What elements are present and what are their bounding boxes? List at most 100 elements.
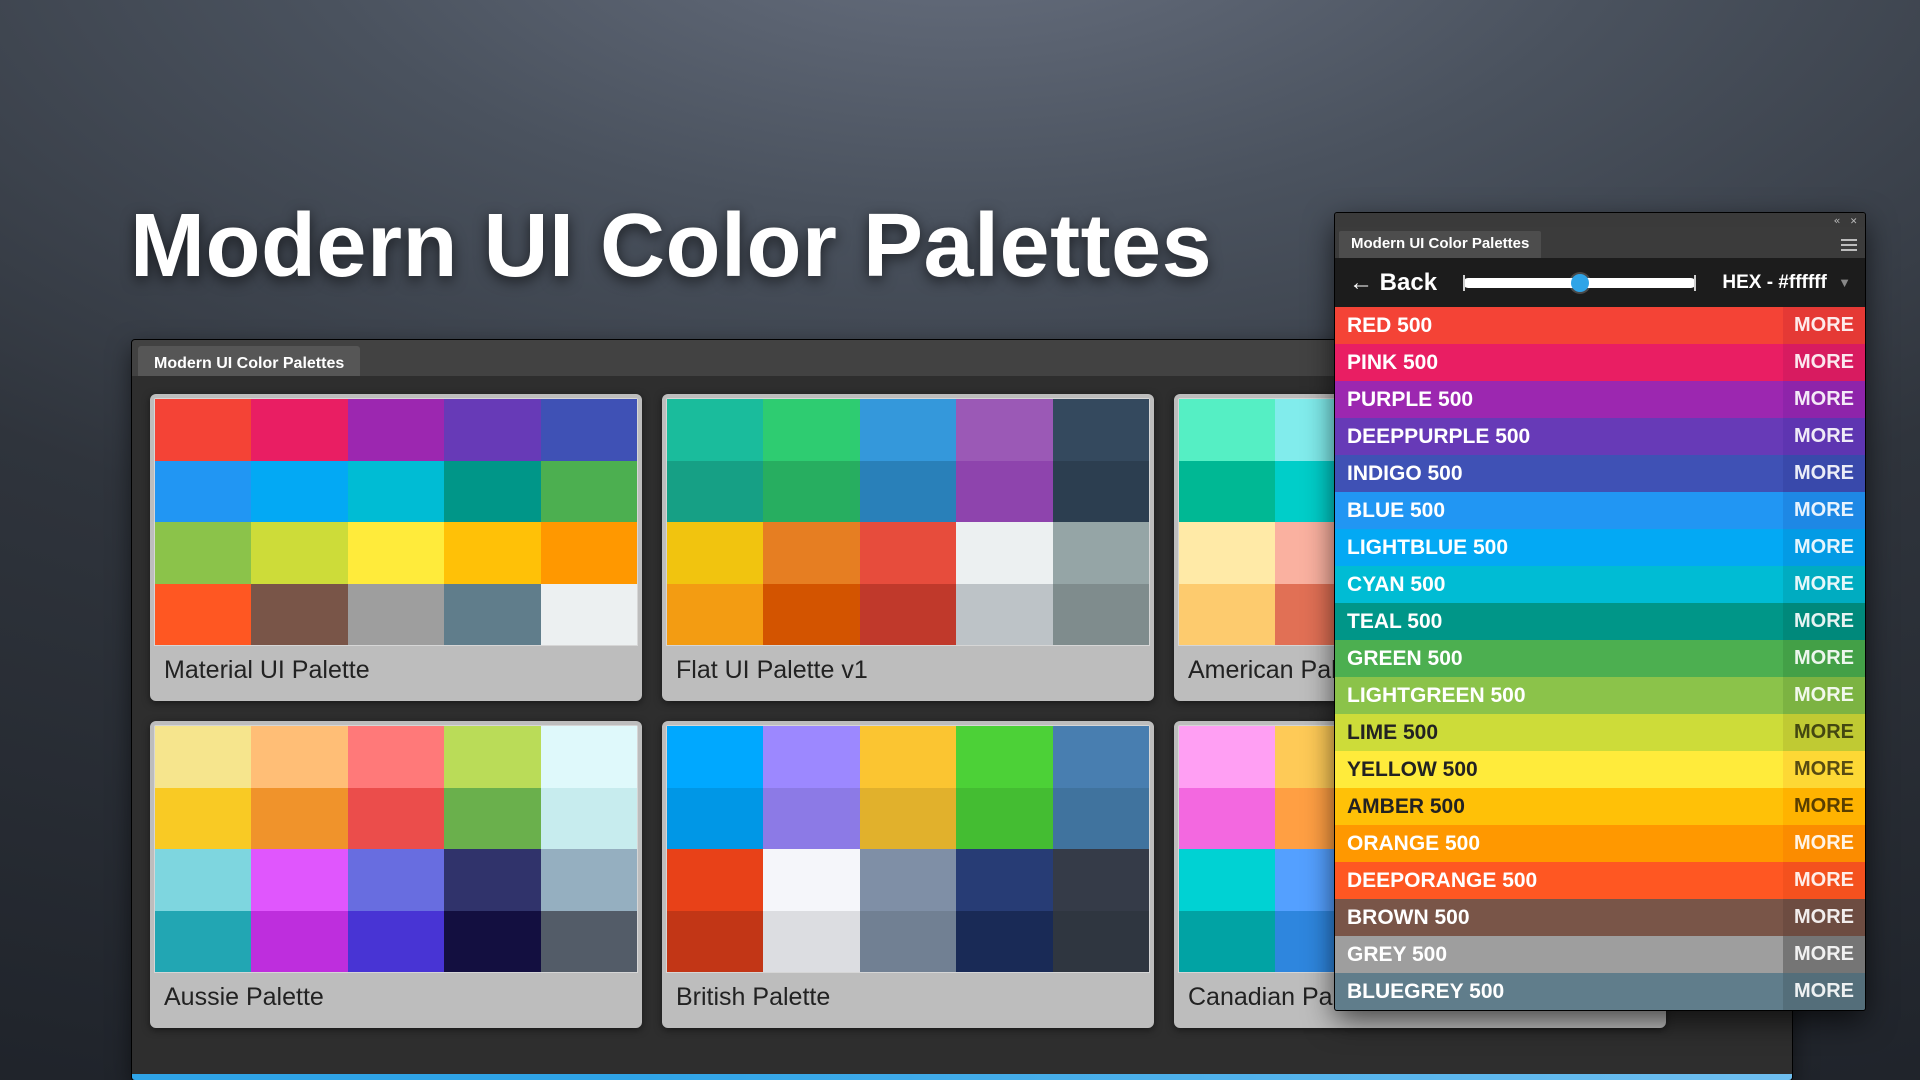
color-row-label: BLUE 500 bbox=[1335, 492, 1783, 529]
swatch bbox=[860, 399, 956, 461]
color-row-label: PURPLE 500 bbox=[1335, 381, 1783, 418]
shade-slider[interactable] bbox=[1463, 278, 1696, 288]
color-row[interactable]: LIGHTGREEN 500MORE bbox=[1335, 677, 1865, 714]
color-row-label: BLUEGREY 500 bbox=[1335, 973, 1783, 1010]
color-row[interactable]: LIME 500MORE bbox=[1335, 714, 1865, 751]
main-tab-active[interactable]: Modern UI Color Palettes bbox=[138, 346, 360, 376]
more-button[interactable]: MORE bbox=[1783, 492, 1865, 529]
palette-card[interactable]: Flat UI Palette v1 bbox=[662, 394, 1154, 701]
color-row[interactable]: DEEPORANGE 500MORE bbox=[1335, 862, 1865, 899]
card-swatches bbox=[154, 725, 638, 973]
palette-card[interactable]: Aussie Palette bbox=[150, 721, 642, 1028]
color-row[interactable]: GREEN 500MORE bbox=[1335, 640, 1865, 677]
more-button[interactable]: MORE bbox=[1783, 455, 1865, 492]
page-title: Modern UI Color Palettes bbox=[130, 195, 1212, 298]
more-button[interactable]: MORE bbox=[1783, 714, 1865, 751]
slider-thumb[interactable] bbox=[1571, 274, 1589, 292]
swatch bbox=[1053, 584, 1149, 646]
swatch bbox=[251, 788, 347, 850]
palette-card[interactable]: British Palette bbox=[662, 721, 1154, 1028]
color-row-label: INDIGO 500 bbox=[1335, 455, 1783, 492]
hex-display[interactable]: HEX - #ffffff ▼ bbox=[1722, 272, 1851, 294]
color-row-label: RED 500 bbox=[1335, 307, 1783, 344]
palette-tabbar: Modern UI Color Palettes bbox=[1335, 227, 1865, 259]
swatch bbox=[348, 849, 444, 911]
color-row[interactable]: ORANGE 500MORE bbox=[1335, 825, 1865, 862]
swatch bbox=[444, 788, 540, 850]
color-row[interactable]: BLUE 500MORE bbox=[1335, 492, 1865, 529]
card-swatches bbox=[666, 725, 1150, 973]
more-button[interactable]: MORE bbox=[1783, 751, 1865, 788]
color-row[interactable]: AMBER 500MORE bbox=[1335, 788, 1865, 825]
swatch bbox=[251, 911, 347, 973]
color-row[interactable]: BLUEGREY 500MORE bbox=[1335, 973, 1865, 1010]
more-button[interactable]: MORE bbox=[1783, 418, 1865, 455]
swatch bbox=[956, 461, 1052, 523]
more-button[interactable]: MORE bbox=[1783, 899, 1865, 936]
palette-card[interactable]: Material UI Palette bbox=[150, 394, 642, 701]
color-row[interactable]: PURPLE 500MORE bbox=[1335, 381, 1865, 418]
swatch bbox=[444, 849, 540, 911]
color-row[interactable]: DEEPPURPLE 500MORE bbox=[1335, 418, 1865, 455]
color-row[interactable]: BROWN 500MORE bbox=[1335, 899, 1865, 936]
more-button[interactable]: MORE bbox=[1783, 344, 1865, 381]
swatch bbox=[860, 461, 956, 523]
more-button[interactable]: MORE bbox=[1783, 825, 1865, 862]
more-button[interactable]: MORE bbox=[1783, 307, 1865, 344]
more-button[interactable]: MORE bbox=[1783, 936, 1865, 973]
swatch bbox=[1179, 849, 1275, 911]
swatch bbox=[541, 726, 637, 788]
more-button[interactable]: MORE bbox=[1783, 529, 1865, 566]
horizontal-scrollbar[interactable] bbox=[132, 1074, 1792, 1080]
swatch bbox=[541, 399, 637, 461]
swatch bbox=[1179, 584, 1275, 646]
swatch bbox=[763, 911, 859, 973]
card-title: Aussie Palette bbox=[154, 973, 638, 1024]
more-button[interactable]: MORE bbox=[1783, 862, 1865, 899]
color-row[interactable]: RED 500MORE bbox=[1335, 307, 1865, 344]
swatch bbox=[1053, 788, 1149, 850]
more-button[interactable]: MORE bbox=[1783, 640, 1865, 677]
swatch bbox=[444, 726, 540, 788]
more-button[interactable]: MORE bbox=[1783, 566, 1865, 603]
color-row[interactable]: GREY 500MORE bbox=[1335, 936, 1865, 973]
more-button[interactable]: MORE bbox=[1783, 973, 1865, 1010]
swatch bbox=[444, 911, 540, 973]
swatch bbox=[1053, 911, 1149, 973]
swatch bbox=[956, 584, 1052, 646]
card-title: Material UI Palette bbox=[154, 646, 638, 697]
swatch bbox=[444, 584, 540, 646]
color-row[interactable]: TEAL 500MORE bbox=[1335, 603, 1865, 640]
swatch bbox=[860, 849, 956, 911]
color-row[interactable]: PINK 500MORE bbox=[1335, 344, 1865, 381]
panel-menu-icon[interactable] bbox=[1841, 231, 1857, 258]
swatch bbox=[860, 726, 956, 788]
color-row[interactable]: LIGHTBLUE 500MORE bbox=[1335, 529, 1865, 566]
swatch bbox=[667, 726, 763, 788]
more-button[interactable]: MORE bbox=[1783, 788, 1865, 825]
swatch bbox=[155, 522, 251, 584]
color-row[interactable]: INDIGO 500MORE bbox=[1335, 455, 1865, 492]
back-button[interactable]: ← Back bbox=[1349, 269, 1437, 297]
color-row-label: ORANGE 500 bbox=[1335, 825, 1783, 862]
swatch bbox=[541, 522, 637, 584]
swatch bbox=[348, 788, 444, 850]
palette-tab-active[interactable]: Modern UI Color Palettes bbox=[1339, 231, 1541, 258]
collapse-icon[interactable]: « bbox=[1834, 214, 1841, 227]
hex-value: HEX - #ffffff bbox=[1722, 272, 1826, 293]
more-button[interactable]: MORE bbox=[1783, 677, 1865, 714]
swatch bbox=[1179, 788, 1275, 850]
swatch bbox=[155, 849, 251, 911]
swatch bbox=[444, 522, 540, 584]
color-row[interactable]: YELLOW 500MORE bbox=[1335, 751, 1865, 788]
more-button[interactable]: MORE bbox=[1783, 603, 1865, 640]
close-icon[interactable]: ✕ bbox=[1850, 214, 1857, 227]
color-row[interactable]: CYAN 500MORE bbox=[1335, 566, 1865, 603]
swatch bbox=[155, 399, 251, 461]
swatch bbox=[667, 584, 763, 646]
palette-list: RED 500MOREPINK 500MOREPURPLE 500MOREDEE… bbox=[1335, 307, 1865, 1010]
swatch bbox=[956, 849, 1052, 911]
color-row-label: GREY 500 bbox=[1335, 936, 1783, 973]
swatch bbox=[956, 911, 1052, 973]
more-button[interactable]: MORE bbox=[1783, 381, 1865, 418]
